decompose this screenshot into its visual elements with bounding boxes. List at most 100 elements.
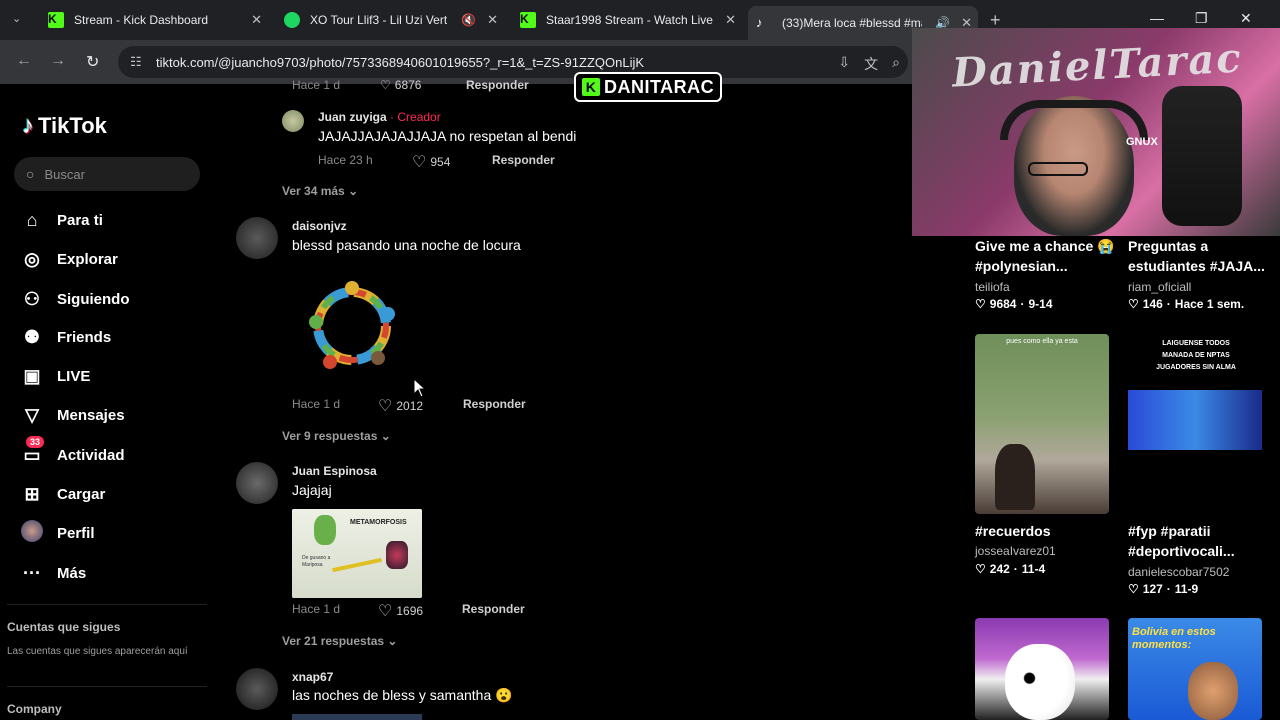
comment-text: las noches de bless y samantha 😮: [292, 687, 513, 703]
sidebar-item-explorar[interactable]: ◎ Explorar: [20, 247, 118, 271]
kick-icon: K: [520, 12, 536, 28]
image-title: METAMORFOSIS: [350, 519, 407, 526]
webcam-overlay: DanielTarac GNUX: [912, 28, 1280, 236]
video-author[interactable]: teiliofa: [975, 280, 1010, 294]
video-thumbnail[interactable]: [975, 618, 1109, 720]
translate-icon[interactable]: ⽂: [864, 54, 878, 74]
search-input[interactable]: ○ Buscar: [14, 157, 200, 191]
view-more-replies[interactable]: Ver 34 más ⌄: [282, 184, 358, 198]
sidebar-item-mensajes[interactable]: ▽ Mensajes: [20, 403, 124, 427]
video-thumbnail[interactable]: LAIGUENSE TODOS MANADA DE NPTAS JUGADORE…: [1128, 334, 1262, 514]
sidebar-item-label: Actividad: [57, 446, 125, 464]
close-icon[interactable]: ✕: [251, 12, 262, 28]
back-icon[interactable]: ←: [16, 52, 32, 70]
sidebar-item-siguiendo[interactable]: ⚇ Siguiendo: [20, 287, 130, 311]
video-title[interactable]: Preguntas a estudiantes #JAJA...: [1128, 236, 1274, 276]
video-title[interactable]: #recuerdos: [975, 521, 1050, 541]
video-author[interactable]: danielescobar7502: [1128, 565, 1229, 579]
browser-tab-staar-stream[interactable]: K Staar1998 Stream - Watch Live ✕: [512, 6, 742, 34]
url-input[interactable]: ☷ tiktok.com/@juancho9703/photo/75733689…: [118, 46, 908, 78]
like-count: 1696: [396, 604, 424, 618]
sidebar-item-cargar[interactable]: ⊞ Cargar: [20, 482, 105, 506]
search-placeholder: Buscar: [44, 166, 85, 182]
reply-button[interactable]: Responder: [462, 602, 525, 616]
sidebar-item-label: Friends: [57, 328, 112, 346]
sidebar-item-actividad[interactable]: ▭ 33 Actividad: [20, 435, 125, 467]
sidebar-item-friends[interactable]: ⚉ Friends: [20, 325, 111, 349]
video-title[interactable]: Give me a chance 😭 #polynesian...: [975, 236, 1115, 276]
comment-author[interactable]: daisonjvz: [292, 219, 347, 233]
company-link[interactable]: Company: [7, 702, 62, 716]
sidebar-divider: [7, 604, 207, 605]
view-more-replies[interactable]: Ver 21 respuestas ⌄: [282, 634, 397, 648]
reply-button[interactable]: Responder: [466, 78, 529, 92]
home-icon: ⌂: [26, 209, 38, 230]
like-button[interactable]: ♡ 6876: [380, 78, 421, 92]
comment-author[interactable]: xnap67: [292, 670, 333, 684]
chevron-down-icon: ⌄: [348, 184, 359, 198]
video-thumbnail[interactable]: pues como ella ya esta: [975, 334, 1109, 514]
browser-tab-kick-dashboard[interactable]: K Stream - Kick Dashboard ✕: [40, 6, 268, 34]
heart-icon: ♡: [1128, 297, 1139, 311]
sidebar-item-perfil[interactable]: Perfil: [20, 519, 95, 545]
like-button[interactable]: ♡ 954: [412, 152, 450, 172]
video-date: 11-9: [1174, 582, 1199, 596]
comment-time: Hace 23 h: [318, 153, 373, 167]
view-more-replies[interactable]: Ver 9 respuestas ⌄: [282, 429, 391, 443]
following-title: Cuentas que sigues: [7, 620, 121, 634]
video-title[interactable]: #fyp #paratii #deportivocali...: [1128, 521, 1276, 561]
site-info-icon[interactable]: ☷: [130, 54, 142, 70]
sidebar-item-para-ti[interactable]: ⌂ Para ti: [20, 208, 103, 232]
like-button[interactable]: ♡ 2012: [378, 396, 423, 416]
video-date: Hace 1 sem.: [1174, 297, 1245, 311]
avatar[interactable]: [236, 668, 278, 710]
close-window-icon[interactable]: ✕: [1240, 10, 1252, 27]
muted-icon[interactable]: 🔇: [461, 13, 476, 27]
minimize-icon[interactable]: —: [1150, 10, 1164, 26]
video-author[interactable]: riam_oficiall: [1128, 280, 1191, 294]
like-count: 2012: [396, 399, 424, 413]
browser-tab-spotify[interactable]: XO Tour Llif3 - Lil Uzi Vert 🔇 ✕: [276, 6, 504, 34]
like-button[interactable]: ♡ 1696: [378, 601, 423, 621]
comment-image[interactable]: METAMORFOSIS De gusano a Mariposa: [292, 509, 422, 598]
comment-author[interactable]: Juan Espinosa: [292, 464, 377, 478]
sidebar-item-live[interactable]: ▣ LIVE: [20, 364, 90, 388]
sidebar-item-label: Perfil: [57, 524, 95, 542]
close-icon[interactable]: ✕: [487, 12, 498, 28]
restore-icon[interactable]: ❐: [1195, 10, 1208, 27]
tiktok-icon: ♪: [756, 15, 763, 30]
kick-icon: K: [48, 12, 64, 28]
tiktok-logo[interactable]: ♪ TikTok: [22, 112, 107, 140]
more-icon: ···: [23, 562, 41, 583]
reload-icon[interactable]: ↻: [86, 52, 99, 72]
comment-image[interactable]: [292, 714, 422, 720]
reply-button[interactable]: Responder: [492, 153, 555, 167]
forward-icon[interactable]: →: [50, 52, 66, 70]
like-count: 127: [1142, 582, 1163, 596]
avatar[interactable]: [282, 110, 304, 132]
tab-title: (33)Mera loca #blessd #ma: [782, 16, 922, 30]
creator-tag: · Creador: [386, 110, 441, 124]
avatar[interactable]: [236, 217, 278, 259]
gaming-chair: [1162, 86, 1242, 226]
zoom-icon[interactable]: ⌕: [892, 54, 900, 74]
heart-icon: ♡: [378, 398, 393, 415]
glasses: [1028, 162, 1088, 176]
sidebar-item-label: LIVE: [57, 367, 91, 385]
circle-of-people-sticker: [309, 281, 395, 369]
avatar[interactable]: [236, 462, 278, 504]
reply-button[interactable]: Responder: [463, 397, 526, 411]
comment-time: Hace 1 d: [292, 602, 341, 616]
heart-icon: ♡: [1128, 582, 1139, 596]
tab-search-icon[interactable]: ⌄: [12, 12, 21, 25]
sidebar-item-label: Más: [57, 564, 87, 582]
thumbnail-caption: LAIGUENSE TODOS MANADA DE NPTAS JUGADORE…: [1156, 340, 1236, 371]
comment-author[interactable]: Juan zuyiga · Creador: [318, 110, 441, 124]
video-author[interactable]: josseaIvarez01: [975, 544, 1056, 558]
video-stats: ♡ 242 · 11-4: [975, 562, 1046, 576]
tab-title: XO Tour Llif3 - Lil Uzi Vert: [310, 13, 448, 27]
sidebar-item-mas[interactable]: ··· Más: [20, 561, 86, 585]
install-icon[interactable]: ⇩: [838, 54, 850, 74]
video-thumbnail[interactable]: Bolivia en estos momentos:: [1128, 618, 1262, 720]
close-icon[interactable]: ✕: [725, 12, 736, 28]
